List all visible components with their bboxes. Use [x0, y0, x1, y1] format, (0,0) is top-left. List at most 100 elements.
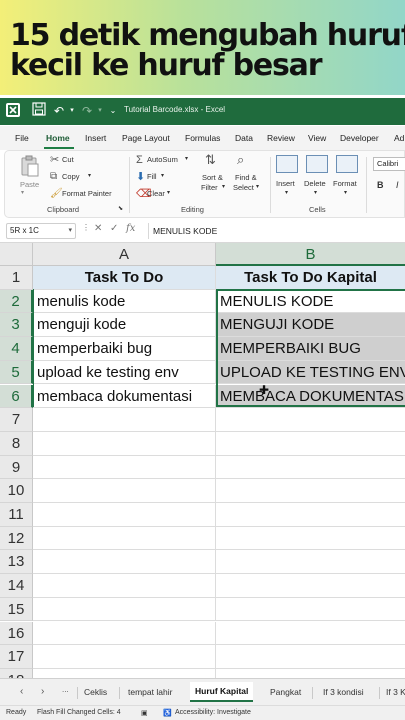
row-header-18[interactable]: 18	[0, 668, 33, 678]
tab-page-layout[interactable]: Page Layout	[122, 133, 170, 143]
find-select-icon[interactable]: ⌕	[237, 153, 244, 166]
format-button[interactable]: Format	[333, 179, 357, 188]
sort-filter-label-1[interactable]: Sort &	[202, 173, 223, 182]
insert-dropdown-icon[interactable]: ▾	[285, 189, 288, 196]
format-painter-button[interactable]: Format Painter	[62, 189, 112, 198]
cell-b12[interactable]	[216, 527, 405, 551]
format-cells-icon[interactable]	[336, 155, 358, 173]
cell-b16[interactable]	[216, 622, 405, 646]
cell-a4[interactable]: memperbaiki bug	[33, 337, 216, 361]
formula-input[interactable]: MENULIS KODE	[148, 223, 405, 239]
name-box[interactable]: 5R x 1C ▾	[6, 223, 76, 239]
row-header-14[interactable]: 14	[0, 574, 33, 598]
macro-recording-icon[interactable]: ▣	[141, 709, 148, 717]
copy-dropdown-icon[interactable]: ▾	[88, 172, 91, 179]
cell-b15[interactable]	[216, 598, 405, 622]
cell-a13[interactable]	[33, 550, 216, 575]
cell-b7[interactable]	[216, 408, 405, 432]
cell-b11[interactable]	[216, 503, 405, 527]
more-sheets-button[interactable]: ...	[62, 685, 69, 694]
cancel-icon[interactable]: ✕	[94, 223, 102, 234]
fill-dropdown-icon[interactable]: ▾	[161, 172, 164, 179]
clear-dropdown-icon[interactable]: ▾	[167, 189, 170, 196]
column-header-a[interactable]: A	[33, 243, 216, 266]
clear-button[interactable]: Clear	[147, 189, 165, 198]
sheet-tab-huruf-kapital[interactable]: Huruf Kapital	[190, 682, 254, 702]
cell-a15[interactable]	[33, 597, 216, 622]
row-header-15[interactable]: 15	[0, 597, 33, 622]
row-header-1[interactable]: 1	[0, 266, 33, 290]
copy-icon[interactable]: ⧉	[50, 171, 57, 183]
row-header-3[interactable]: 3	[0, 313, 33, 338]
clipboard-launcher-icon[interactable]: ⬊	[118, 205, 123, 212]
insert-function-icon[interactable]: fx	[126, 223, 135, 234]
accessibility-icon[interactable]: ♿	[163, 709, 172, 717]
cut-button[interactable]: Cut	[62, 155, 74, 164]
cell-a3[interactable]: menguji kode	[33, 313, 216, 338]
delete-button[interactable]: Delete	[304, 179, 326, 188]
row-header-13[interactable]: 13	[0, 550, 33, 575]
row-header-2[interactable]: 2	[0, 289, 33, 314]
sheet-tab-ceklis[interactable]: Ceklis	[84, 687, 107, 697]
paste-icon[interactable]	[20, 155, 40, 182]
fill-button[interactable]: Fill	[147, 172, 157, 181]
cell-a10[interactable]	[33, 479, 216, 503]
cell-a8[interactable]	[33, 431, 216, 456]
enter-icon[interactable]: ✓	[110, 223, 118, 234]
sort-filter-label-2[interactable]: Filter	[201, 183, 218, 192]
cell-b3[interactable]: MENGUJI KODE	[216, 313, 405, 338]
format-dropdown-icon[interactable]: ▾	[344, 189, 347, 196]
cell-b5[interactable]: UPLOAD KE TESTING ENV	[216, 360, 405, 385]
cell-a2[interactable]: menulis kode	[33, 289, 216, 314]
row-header-8[interactable]: 8	[0, 431, 33, 456]
tab-developer[interactable]: Developer	[340, 133, 379, 143]
sort-filter-icon[interactable]: ⇅	[205, 153, 216, 166]
cell-a17[interactable]	[33, 645, 216, 669]
sheet-scroll-right-icon[interactable]: ›	[41, 686, 44, 697]
sort-filter-dropdown-icon[interactable]: ▾	[222, 183, 225, 190]
sheet-scroll-left-icon[interactable]: ‹	[20, 686, 23, 697]
select-all-corner[interactable]	[0, 243, 33, 266]
sheet-tab-if-3-kondisi[interactable]: If 3 kondisi	[323, 687, 364, 697]
cell-b10[interactable]	[216, 479, 405, 503]
tab-add-ins[interactable]: Ad	[394, 133, 404, 143]
autosum-icon[interactable]: Σ	[136, 154, 143, 166]
sheet-tab-if-3-k[interactable]: If 3 K	[386, 687, 405, 697]
row-header-6[interactable]: 6	[0, 384, 33, 409]
cell-a7[interactable]	[33, 408, 216, 432]
autosum-dropdown-icon[interactable]: ▾	[185, 155, 188, 162]
tab-view[interactable]: View	[308, 133, 326, 143]
format-painter-icon[interactable]: 🖌	[50, 188, 63, 200]
find-select-dropdown-icon[interactable]: ▾	[256, 183, 259, 190]
cell-b18[interactable]	[216, 669, 405, 678]
cell-b1[interactable]: Task To Do Kapital	[216, 266, 405, 290]
row-header-12[interactable]: 12	[0, 526, 33, 551]
fill-icon[interactable]: ⬇	[136, 171, 145, 183]
delete-cells-icon[interactable]	[306, 155, 328, 173]
font-name-select[interactable]: Calibri	[373, 157, 405, 171]
cell-a16[interactable]	[33, 621, 216, 646]
find-select-label-2[interactable]: Select	[233, 183, 254, 192]
row-header-11[interactable]: 11	[0, 503, 33, 527]
cell-a5[interactable]: upload ke testing env	[33, 360, 216, 385]
paste-button[interactable]: Paste	[20, 180, 39, 189]
row-header-7[interactable]: 7	[0, 408, 33, 432]
cell-b2[interactable]: MENULIS KODE	[216, 290, 405, 314]
status-accessibility[interactable]: Accessibility: Investigate	[175, 709, 251, 716]
save-icon[interactable]	[30, 102, 48, 120]
cell-b17[interactable]	[216, 645, 405, 669]
row-header-5[interactable]: 5	[0, 360, 33, 385]
cell-b4[interactable]: MEMPERBAIKI BUG	[216, 337, 405, 361]
cell-b9[interactable]	[216, 456, 405, 480]
copy-button[interactable]: Copy	[62, 172, 80, 181]
column-header-b[interactable]: B	[216, 243, 405, 266]
cut-icon[interactable]: ✂	[50, 154, 59, 166]
sheet-tab-tempat-lahir[interactable]: tempat lahir	[128, 687, 172, 697]
bold-button[interactable]: B	[377, 180, 384, 190]
row-header-9[interactable]: 9	[0, 455, 33, 480]
tab-file[interactable]: File	[15, 133, 29, 143]
row-header-4[interactable]: 4	[0, 337, 33, 361]
name-box-dropdown-icon[interactable]: ▾	[68, 224, 72, 238]
cell-b6[interactable]: MEMBACA DOKUMENTASI	[216, 384, 405, 409]
sheet-tab-pangkat[interactable]: Pangkat	[270, 687, 301, 697]
